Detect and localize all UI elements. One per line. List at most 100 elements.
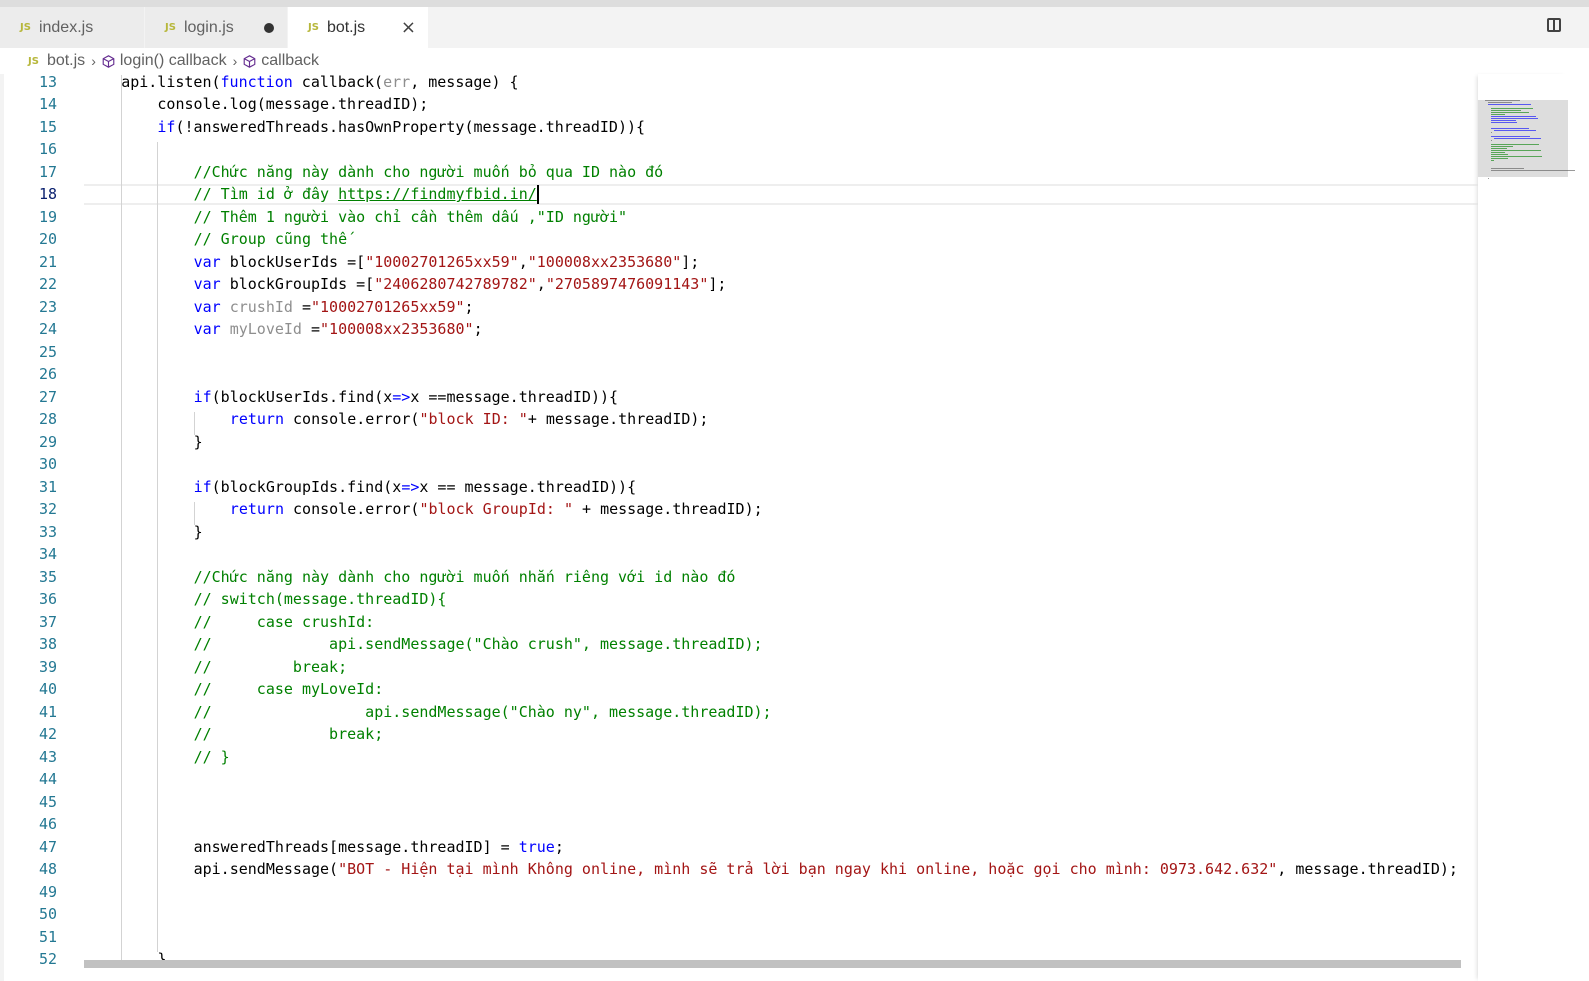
- breadcrumb-item-login-callback[interactable]: login() callback: [120, 52, 227, 70]
- breadcrumb-file[interactable]: bot.js: [47, 52, 85, 70]
- chevron-right-icon: ›: [91, 53, 96, 69]
- code-token: // break;: [193, 657, 348, 676]
- code-token: ,: [536, 275, 546, 293]
- code-line[interactable]: // break;: [194, 723, 384, 746]
- code-line[interactable]: var blockUserIds =["10002701265xx59","10…: [194, 251, 700, 274]
- code-line[interactable]: //Chức năng này dành cho người muốn nhắn…: [194, 566, 736, 589]
- line-number: 41: [38, 702, 57, 721]
- code-line[interactable]: // case myLoveId:: [194, 678, 384, 701]
- code-token: // }: [193, 747, 230, 766]
- code-line[interactable]: if(blockUserIds.find(x=>x ==message.thre…: [194, 386, 618, 409]
- code-line[interactable]: console.log(message.threadID);: [157, 93, 428, 116]
- code-token: // switch(message.threadID){: [193, 590, 447, 608]
- code-line[interactable]: // }: [194, 746, 230, 769]
- code-token: "BOT - Hiện tại mình Không online, mình …: [338, 860, 1278, 878]
- close-icon[interactable]: ×: [401, 17, 416, 38]
- code-line[interactable]: api.listen(function callback(err, messag…: [121, 71, 518, 94]
- code-line[interactable]: answeredThreads[message.threadID] = true…: [194, 836, 564, 859]
- chevron-right-icon: ›: [232, 53, 238, 69]
- editor-tab-bar: JS index.js JS login.js JS bot.js ×: [0, 7, 1589, 48]
- breadcrumb-item-callback[interactable]: callback: [261, 52, 319, 70]
- code-line[interactable]: // break;: [194, 656, 348, 679]
- code-token: + message.threadID);: [572, 500, 763, 518]
- minimap-line: [1491, 116, 1536, 117]
- code-line[interactable]: // switch(message.threadID){: [194, 588, 447, 611]
- code-token: "2406280742789782": [374, 275, 537, 293]
- code-token: err: [383, 72, 411, 91]
- line-number: 27: [38, 387, 57, 406]
- line-number: 18: [38, 185, 57, 203]
- minimap-line: [1485, 100, 1521, 101]
- tab-login-js[interactable]: JS login.js: [145, 7, 288, 48]
- code-token: ];: [681, 252, 700, 271]
- js-file-icon: JS: [28, 55, 39, 67]
- code-token: true: [518, 837, 555, 856]
- code-token: }: [193, 432, 203, 451]
- code-line[interactable]: // case crushId:: [194, 611, 375, 634]
- code-line[interactable]: // api.sendMessage("Chào ny", message.th…: [194, 701, 772, 724]
- code-token: ;: [473, 320, 483, 338]
- code-token: "10002701265xx59": [365, 252, 519, 271]
- tab-bot-js[interactable]: JS bot.js ×: [288, 7, 429, 48]
- line-number: 48: [38, 860, 57, 878]
- code-line[interactable]: // api.sendMessage("Chào crush", message…: [194, 633, 763, 656]
- line-number: 16: [38, 140, 57, 158]
- code-token: =>: [392, 387, 411, 406]
- code-link[interactable]: https://findmyfbid.in/: [338, 185, 537, 203]
- code-line[interactable]: var myLoveId ="100008xx2353680";: [194, 318, 483, 341]
- code-token: console.error(: [283, 500, 420, 518]
- code-editor[interactable]: api.listen(function callback(err, messag…: [84, 70, 1478, 960]
- line-number: 50: [38, 905, 57, 923]
- code-line[interactable]: }: [157, 948, 166, 960]
- tab-label: login.js: [183, 18, 234, 36]
- line-number: 32: [38, 500, 57, 518]
- code-line[interactable]: var blockGroupIds =["2406280742789782","…: [194, 273, 727, 296]
- js-file-icon: JS: [308, 22, 319, 33]
- symbol-method-icon: [102, 54, 115, 68]
- code-line[interactable]: if(!answeredThreads.hasOwnProperty(messa…: [157, 116, 645, 139]
- code-line[interactable]: }: [194, 521, 203, 544]
- minimap-line: [1491, 146, 1514, 147]
- code-token: x == message.threadID)){: [419, 477, 637, 496]
- minimap-line: [1494, 138, 1542, 139]
- code-line[interactable]: return console.error("block ID: "+ messa…: [230, 408, 709, 431]
- code-token: answeredThreads[message.threadID] =: [193, 837, 519, 856]
- unsaved-dot-icon[interactable]: [264, 22, 274, 33]
- line-number: 44: [38, 770, 57, 788]
- minimap-line: [1491, 150, 1542, 151]
- line-number: 24: [38, 320, 57, 338]
- code-line[interactable]: // Group cũng thế: [194, 228, 348, 251]
- split-editor-icon[interactable]: [1547, 18, 1561, 32]
- code-line[interactable]: }: [194, 431, 203, 454]
- code-line[interactable]: var crushId ="10002701265xx59";: [194, 296, 474, 319]
- line-number: 30: [38, 455, 57, 473]
- code-token: console.log(message.threadID);: [157, 95, 429, 113]
- code-line[interactable]: api.sendMessage("BOT - Hiện tại mình Khô…: [194, 858, 1458, 881]
- code-token: // case crushId:: [193, 612, 375, 631]
- code-line[interactable]: // Tìm id ở đây https://findmyfbid.in/: [194, 183, 539, 206]
- code-token: (blockGroupIds.find(x: [211, 477, 402, 496]
- line-number: 39: [38, 657, 57, 676]
- code-token: return: [229, 410, 284, 428]
- line-number: 47: [38, 837, 57, 856]
- code-line[interactable]: // Thêm 1 người vào chỉ cần thêm dấu ,"I…: [194, 206, 627, 229]
- line-number: 45: [38, 792, 57, 811]
- code-line[interactable]: if(blockGroupIds.find(x=>x == message.th…: [194, 476, 637, 499]
- minimap-line: [1491, 156, 1543, 157]
- text-cursor: [536, 185, 539, 204]
- minimap-line: [1491, 110, 1522, 111]
- tab-label: bot.js: [326, 18, 366, 36]
- code-line[interactable]: //Chức năng này dành cho người muốn bỏ q…: [194, 161, 664, 184]
- code-token: =: [301, 320, 321, 338]
- tab-index-js[interactable]: JS index.js: [0, 7, 145, 48]
- code-token: + message.threadID);: [527, 410, 709, 428]
- code-line[interactable]: return console.error("block GroupId: " +…: [230, 498, 763, 521]
- line-number: 19: [38, 207, 57, 226]
- symbol-method-icon: [243, 54, 256, 68]
- code-token: crushId: [220, 297, 293, 316]
- code-token: blockUserIds =[: [220, 252, 366, 271]
- horizontal-scrollbar[interactable]: [84, 960, 1461, 968]
- minimap[interactable]: [1478, 74, 1575, 981]
- code-token: //Chức năng này dành cho người muốn nhắn…: [193, 567, 736, 586]
- code-token: if: [157, 117, 176, 136]
